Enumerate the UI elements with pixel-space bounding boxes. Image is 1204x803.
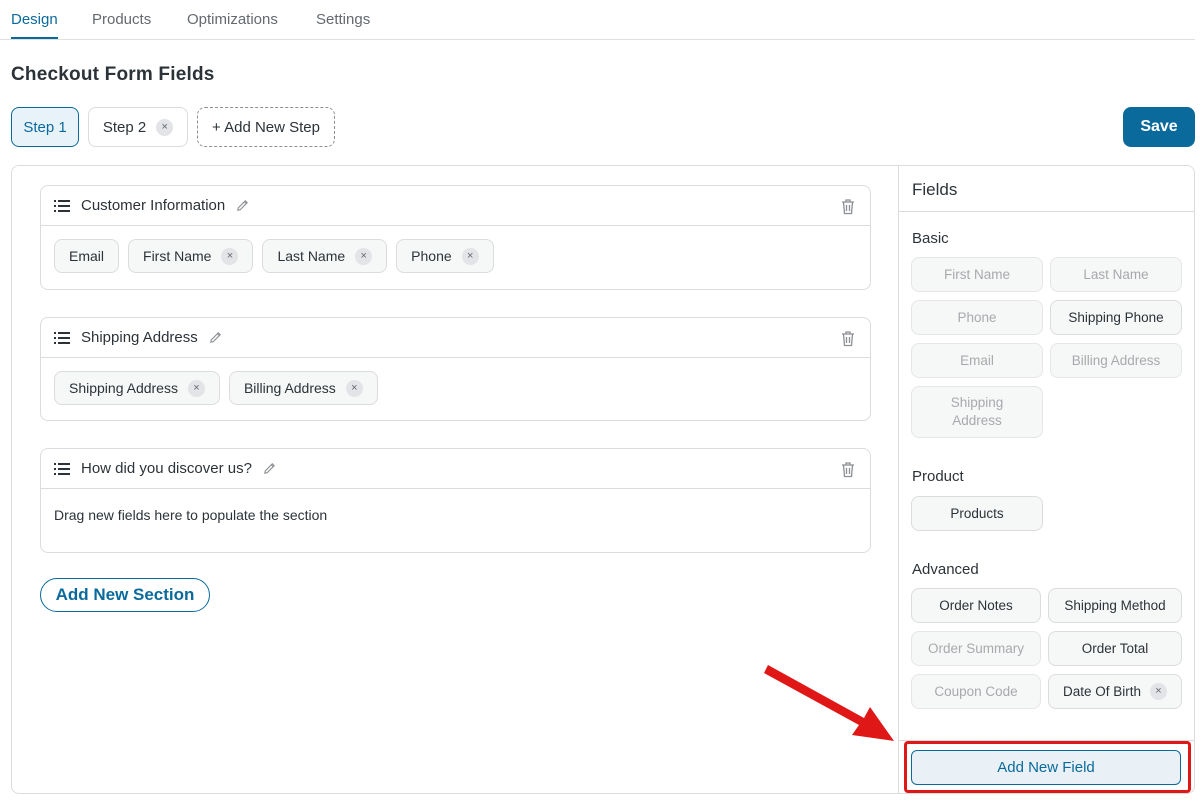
add-new-field-button[interactable]: Add New Field [911,750,1181,785]
step-2-label: Step 2 [102,118,147,136]
close-icon[interactable]: × [355,247,373,265]
add-step-button[interactable]: + Add New Step [197,107,335,147]
add-field-label: Add New Field [997,759,1095,776]
field-shipping-method[interactable]: Shipping Method [1048,588,1182,623]
page-title: Checkout Form Fields [11,64,215,85]
field-chip-last-name[interactable]: Last Name × [262,239,388,273]
field-billing-address: Billing Address [1050,343,1182,378]
add-step-label: + Add New Step [212,118,320,136]
group-label-product: Product [912,468,964,485]
tab-bar: Design Products Optimizations Settings [0,0,1195,40]
field-order-notes[interactable]: Order Notes [911,588,1041,623]
field-chip-shipping-address[interactable]: Shipping Address × [54,371,220,405]
group-label-advanced: Advanced [912,561,979,578]
field-shipping-address: Shipping Address [911,386,1043,438]
field-products[interactable]: Products [911,496,1043,531]
chip-label: Last Name [277,248,346,264]
field-label: Date Of Birth [1062,683,1142,699]
pencil-icon[interactable] [262,461,277,476]
fields-panel-title: Fields [912,180,958,199]
save-button[interactable]: Save [1123,107,1195,147]
close-icon[interactable]: × [221,247,239,265]
field-shipping-phone[interactable]: Shipping Phone [1050,300,1182,335]
field-coupon-code: Coupon Code [911,674,1041,709]
step-2-button[interactable]: Step 2 × [88,107,188,147]
field-order-total[interactable]: Order Total [1048,631,1182,666]
close-icon[interactable]: × [156,118,174,136]
add-section-button[interactable]: Add New Section [40,578,210,612]
field-first-name: First Name [911,257,1043,292]
add-section-label: Add New Section [55,585,195,604]
field-chip-email[interactable]: Email [54,239,120,273]
chip-label: Phone [411,248,452,264]
section-shipping-address: Shipping Address Shipping Address × Billi… [40,317,871,421]
tab-settings[interactable]: Settings [316,11,370,37]
chip-label: First Name [143,248,212,264]
section-customer-information: Customer Information Email First Name × L… [40,185,871,290]
section-header: Customer Information [41,186,870,226]
trash-icon[interactable] [840,330,856,347]
chip-label: Email [69,248,105,264]
chip-label: Shipping Address [69,380,178,396]
tab-optimizations[interactable]: Optimizations [187,11,278,37]
group-label-basic: Basic [912,230,949,247]
close-icon[interactable]: × [461,247,479,265]
list-icon[interactable] [54,462,70,476]
field-chip-first-name[interactable]: First Name × [128,239,254,273]
dropzone-placeholder: Drag new fields here to populate the sec… [54,507,328,523]
step-1-button[interactable]: Step 1 [11,107,79,147]
sidebar-divider [898,166,899,793]
pencil-icon[interactable] [208,330,223,345]
field-chip-billing-address[interactable]: Billing Address × [228,371,378,405]
section-dropzone[interactable]: Drag new fields here to populate the sec… [41,489,870,552]
section-how-did-you-discover-us: How did you discover us? Drag new fields… [40,448,871,553]
tab-products[interactable]: Products [92,11,151,37]
section-header: How did you discover us? [41,449,870,489]
list-icon[interactable] [54,199,70,213]
field-date-of-birth[interactable]: Date Of Birth × [1048,674,1182,709]
chip-label: Billing Address [243,380,336,396]
trash-icon[interactable] [840,198,856,215]
fields-footer-divider [899,740,1195,741]
close-icon[interactable]: × [187,379,205,397]
trash-icon[interactable] [840,461,856,478]
section-title: Shipping Address [81,329,198,346]
list-icon[interactable] [54,331,70,345]
pencil-icon[interactable] [235,198,250,213]
field-order-summary: Order Summary [911,631,1041,666]
section-title: How did you discover us? [81,460,252,477]
section-title: Customer Information [81,197,226,214]
field-chip-phone[interactable]: Phone × [396,239,494,273]
field-last-name: Last Name [1050,257,1182,292]
field-email: Email [911,343,1043,378]
tab-design[interactable]: Design [11,11,58,39]
fields-divider [899,211,1195,212]
close-icon[interactable]: × [345,379,363,397]
step-1-label: Step 1 [23,118,67,136]
close-icon[interactable]: × [1150,683,1168,700]
field-phone: Phone [911,300,1043,335]
section-fields: Shipping Address × Billing Address × [41,358,870,420]
form-builder-panel: Customer Information Email First Name × L… [11,165,1195,794]
section-header: Shipping Address [41,318,870,358]
save-label: Save [1140,118,1178,135]
section-fields: Email First Name × Last Name × Phone × [41,226,870,289]
